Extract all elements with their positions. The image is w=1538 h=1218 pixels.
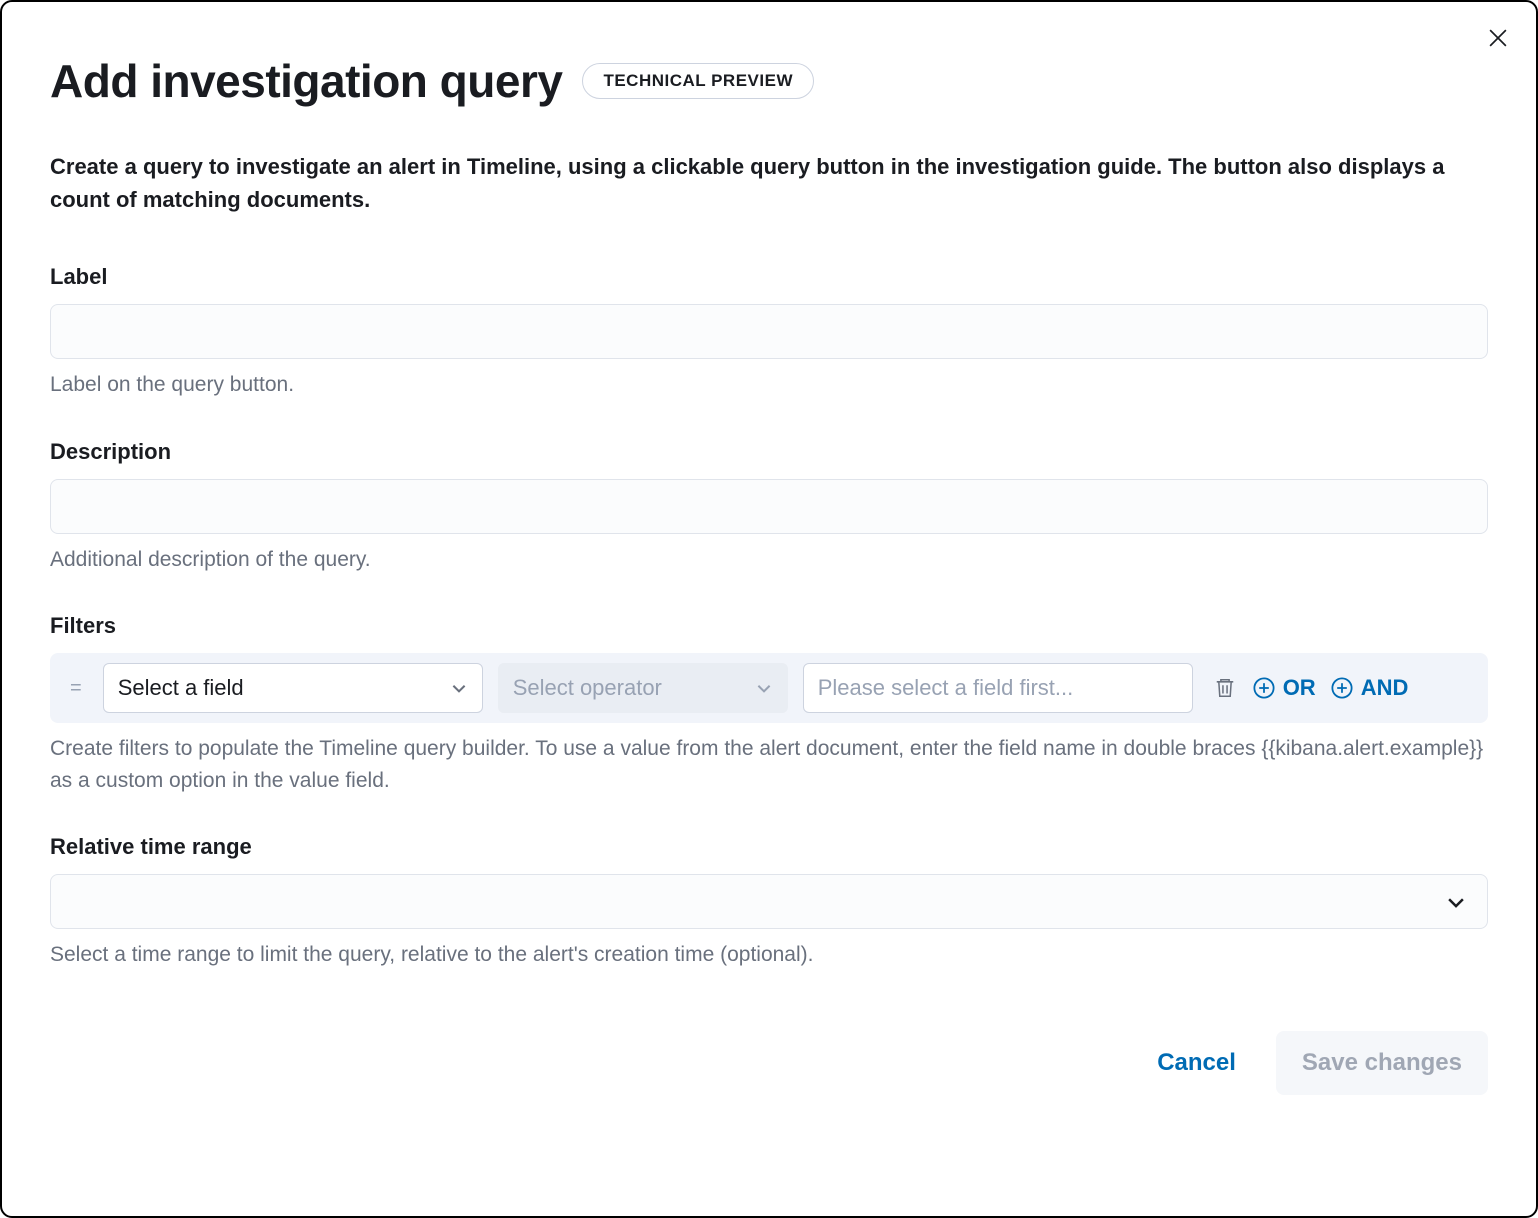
dialog-title: Add investigation query [50, 54, 562, 108]
description-field-group: Description Additional description of th… [50, 439, 1488, 576]
filter-field-select[interactable]: Select a field [103, 663, 483, 713]
plus-circle-icon [1253, 677, 1275, 699]
delete-filter-button[interactable] [1212, 675, 1238, 701]
and-button[interactable]: AND [1331, 675, 1409, 701]
and-button-label: AND [1361, 675, 1409, 701]
filter-operator-select[interactable]: Select operator [498, 663, 788, 713]
cancel-button[interactable]: Cancel [1157, 1049, 1236, 1077]
filters-field-group: Filters = Select a field Select operator… [50, 613, 1488, 796]
chevron-down-icon [1445, 891, 1467, 913]
timerange-select[interactable] [50, 874, 1488, 929]
or-button-label: OR [1283, 675, 1316, 701]
filter-operator-placeholder: Select operator [513, 675, 662, 701]
description-input[interactable] [50, 479, 1488, 534]
equals-icon: = [64, 677, 88, 700]
close-icon [1489, 29, 1507, 47]
filter-value-select[interactable]: Please select a field first... [803, 663, 1193, 713]
timerange-field-group: Relative time range Select a time range … [50, 834, 1488, 971]
filters-field-label: Filters [50, 613, 1488, 639]
filter-value-placeholder: Please select a field first... [818, 675, 1074, 701]
close-button[interactable] [1484, 24, 1512, 52]
chevron-down-icon [450, 679, 468, 697]
label-field-group: Label Label on the query button. [50, 264, 1488, 401]
intro-text: Create a query to investigate an alert i… [50, 150, 1488, 216]
filters-helper-text: Create filters to populate the Timeline … [50, 733, 1488, 796]
trash-icon [1214, 677, 1236, 699]
dialog-footer: Cancel Save changes [50, 1031, 1488, 1095]
or-button[interactable]: OR [1253, 675, 1316, 701]
save-changes-button[interactable]: Save changes [1276, 1031, 1488, 1095]
filters-row: = Select a field Select operator Please … [50, 653, 1488, 723]
technical-preview-badge: TECHNICAL PREVIEW [582, 63, 814, 99]
timerange-helper-text: Select a time range to limit the query, … [50, 939, 1488, 971]
filter-field-placeholder: Select a field [118, 675, 244, 701]
label-input[interactable] [50, 304, 1488, 359]
dialog-header: Add investigation query TECHNICAL PREVIE… [50, 54, 1488, 108]
plus-circle-icon [1331, 677, 1353, 699]
chevron-down-icon [755, 679, 773, 697]
description-helper-text: Additional description of the query. [50, 544, 1488, 576]
label-field-label: Label [50, 264, 1488, 290]
description-field-label: Description [50, 439, 1488, 465]
timerange-field-label: Relative time range [50, 834, 1488, 860]
label-helper-text: Label on the query button. [50, 369, 1488, 401]
